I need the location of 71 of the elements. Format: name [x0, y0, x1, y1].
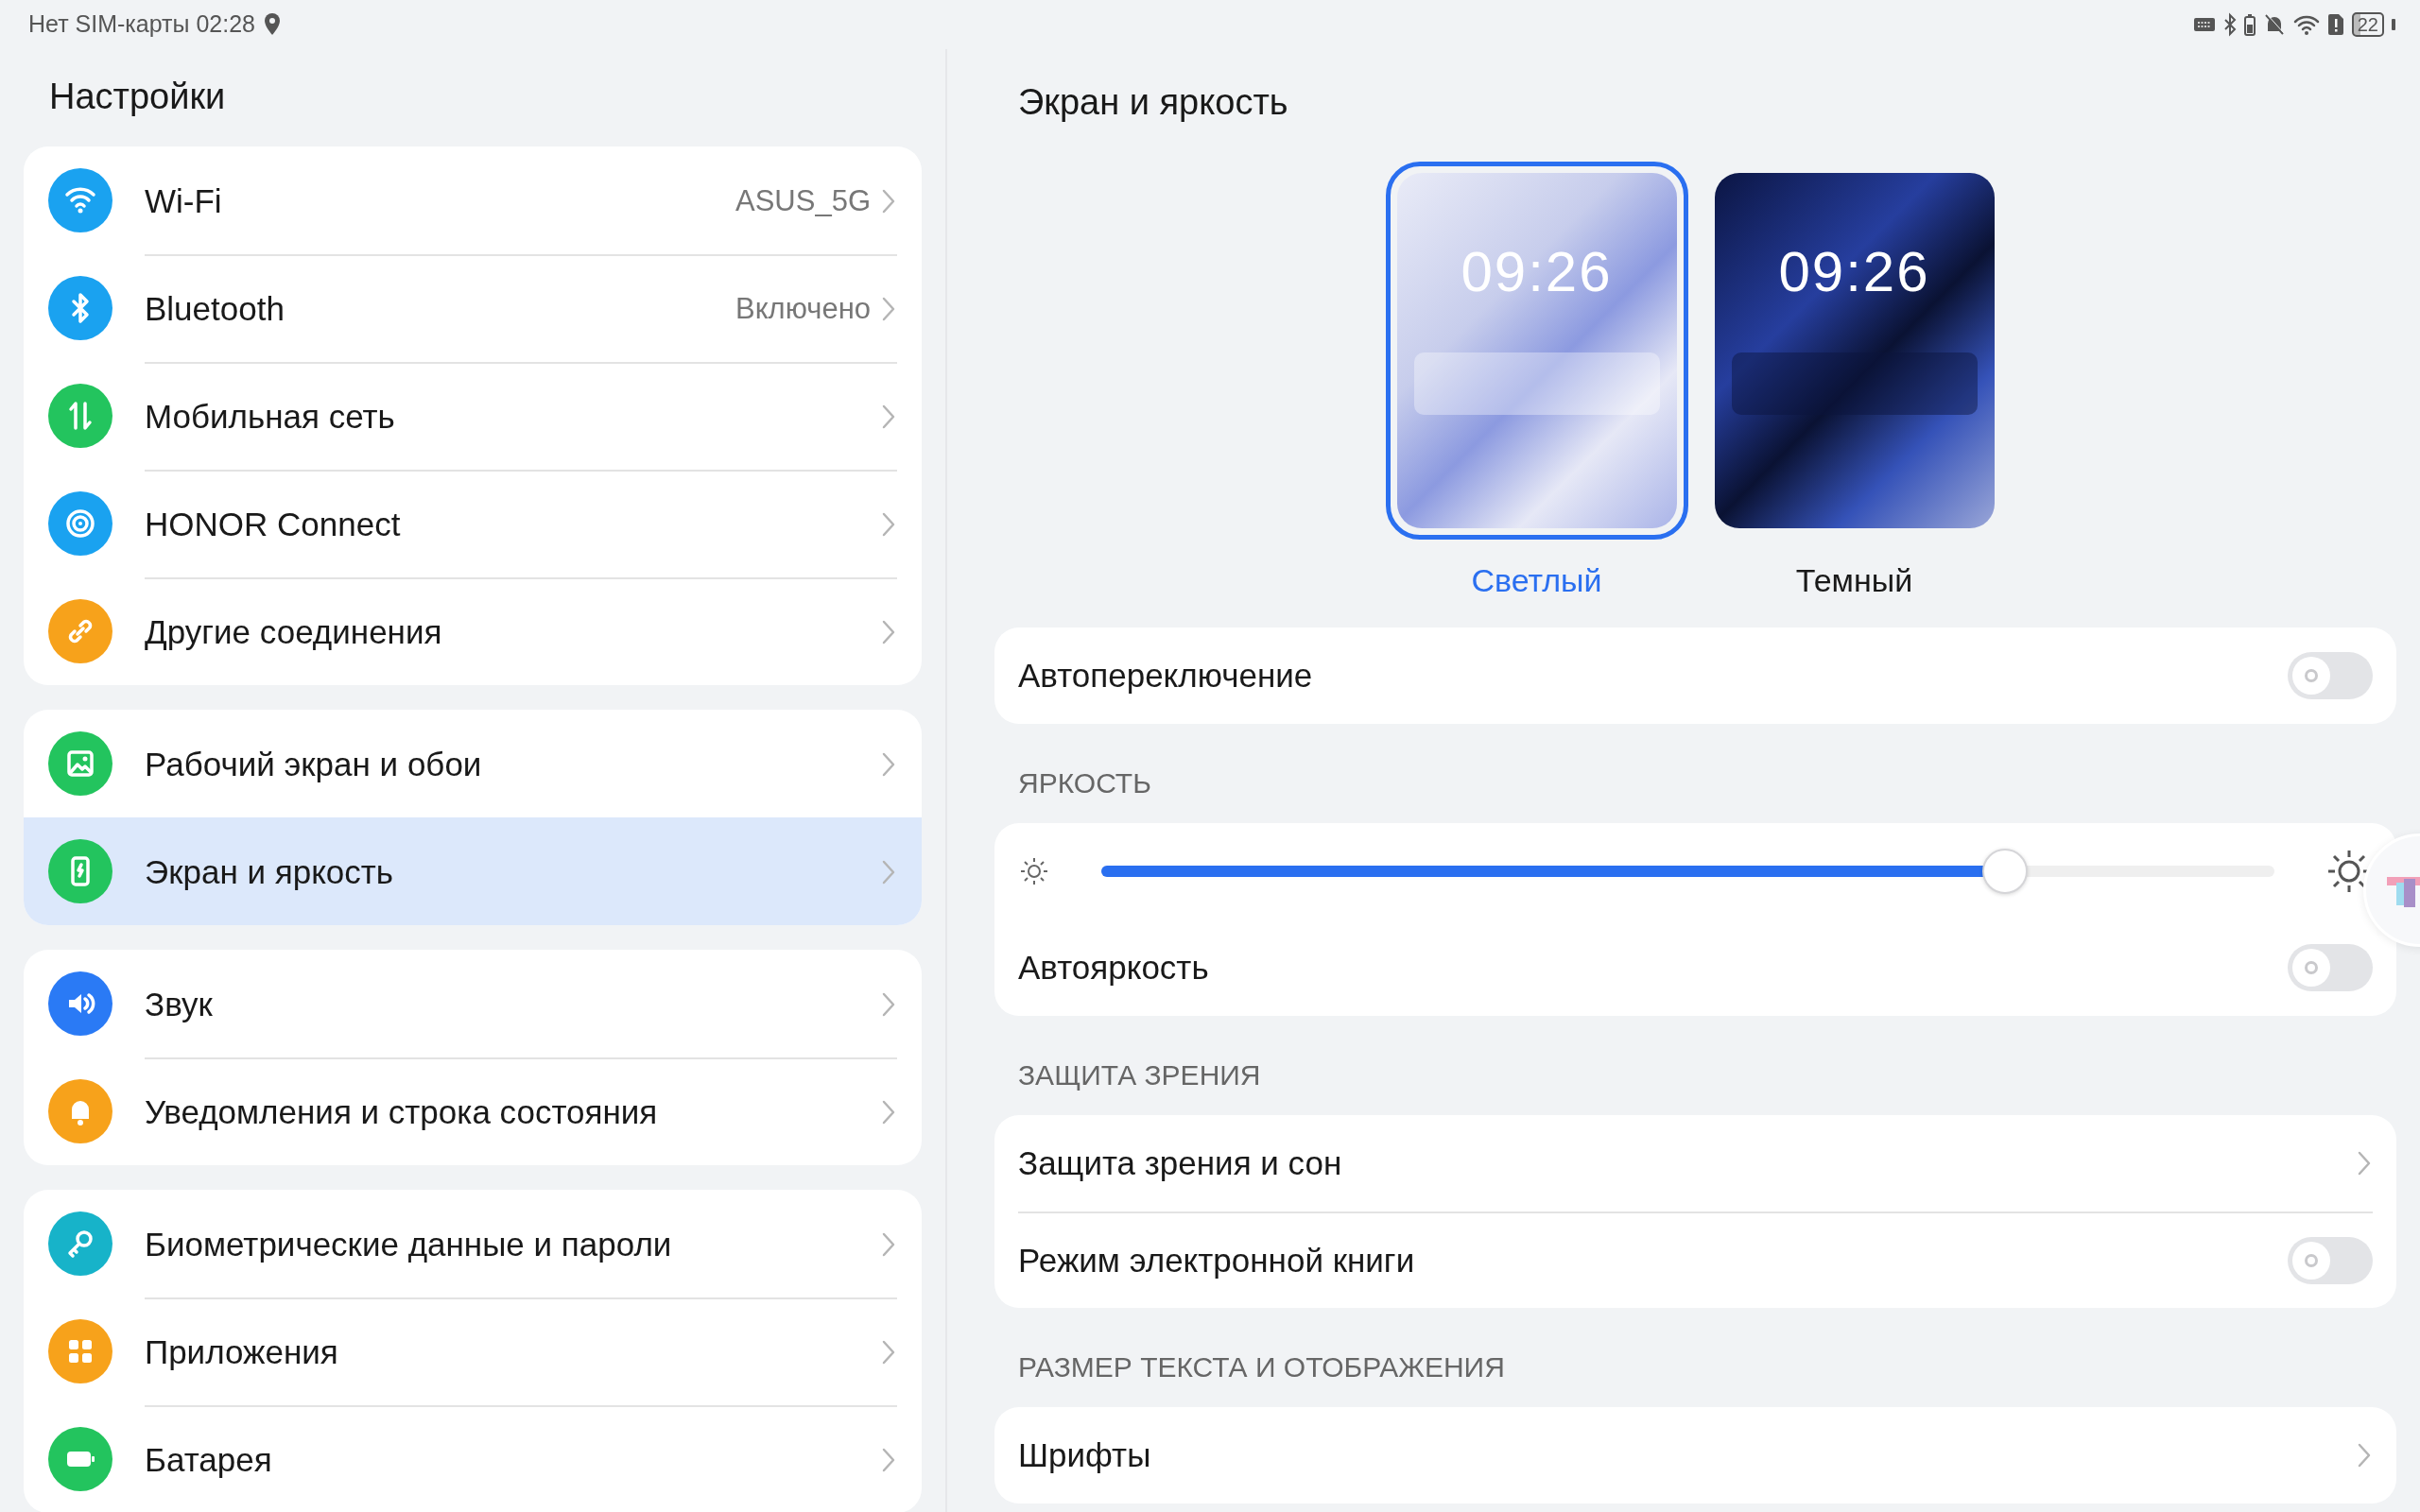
- item-label: Уведомления и строка состояния: [145, 1091, 659, 1132]
- settings-item[interactable]: Рабочий экран и обои: [24, 710, 922, 817]
- item-label: Биометрические данные и пароли: [145, 1224, 673, 1264]
- dim-sun-icon: [1018, 855, 1050, 887]
- chevron-icon: [880, 618, 897, 646]
- chevron-icon: [880, 990, 897, 1019]
- item-label: Звук: [145, 984, 214, 1024]
- chevron-icon: [880, 295, 897, 323]
- setting-label: Автопереключение: [1018, 655, 1314, 696]
- item-label: Рабочий экран и обои: [145, 744, 483, 784]
- section-header: РАЗМЕР ТЕКСТА И ОТОБРАЖЕНИЯ: [1017, 1350, 1506, 1384]
- battery-indicator: 22: [2351, 12, 2384, 37]
- toggle-switch[interactable]: [2288, 1237, 2373, 1284]
- settings-item[interactable]: Мобильная сеть: [24, 362, 922, 470]
- bluetooth-icon: [2222, 12, 2237, 37]
- item-label: Bluetooth: [145, 288, 285, 329]
- page-title: Экран и яркость: [1017, 81, 1289, 124]
- location-icon: [262, 12, 282, 37]
- item-value: Включено: [735, 290, 871, 327]
- toggle-switch[interactable]: [2288, 944, 2373, 991]
- settings-item[interactable]: HONOR Connect: [24, 470, 922, 577]
- chevron-icon: [2356, 1441, 2373, 1469]
- settings-item[interactable]: Батарея: [24, 1405, 922, 1512]
- section-header: ЗАЩИТА ЗРЕНИЯ: [1017, 1058, 1262, 1092]
- settings-item[interactable]: Звук: [24, 950, 922, 1057]
- settings-item[interactable]: Wi-Fi ASUS_5G: [24, 146, 922, 254]
- setting-label: Шрифты: [1018, 1435, 1152, 1475]
- settings-item[interactable]: Другие соединения: [24, 577, 922, 685]
- chevron-icon: [880, 858, 897, 886]
- item-label: Батарея: [145, 1439, 273, 1480]
- muted-bell-icon: [2262, 13, 2286, 36]
- item-label: Экран и яркость: [145, 851, 395, 892]
- slider-thumb[interactable]: [1981, 849, 2028, 894]
- item-value: ASUS_5G: [735, 182, 871, 219]
- status-text: Нет SIM-карты 02:28: [28, 9, 255, 40]
- settings-item[interactable]: Уведомления и строка состояния: [24, 1057, 922, 1165]
- settings-item[interactable]: Шрифты: [1018, 1407, 2373, 1503]
- item-label: Другие соединения: [145, 611, 443, 652]
- chevron-icon: [880, 403, 897, 431]
- keyboard-icon: [2192, 17, 2216, 32]
- chevron-icon: [880, 1230, 897, 1259]
- preview-clock: 09:26: [1778, 239, 1930, 305]
- settings-item[interactable]: Биометрические данные и пароли: [24, 1190, 922, 1297]
- settings-item[interactable]: Защита зрения и сон: [1018, 1115, 2373, 1211]
- settings-item[interactable]: Приложения: [24, 1297, 922, 1405]
- chevron-icon: [880, 1338, 897, 1366]
- wifi-icon: [2292, 13, 2320, 36]
- chevron-icon: [880, 510, 897, 539]
- setting-label: Автояркость: [1018, 947, 1210, 988]
- page-title: Настройки: [48, 76, 227, 118]
- battery-icon: [2243, 13, 2256, 36]
- item-label: HONOR Connect: [145, 504, 402, 544]
- setting-label: Защита зрения и сон: [1018, 1143, 1343, 1183]
- chevron-icon: [2356, 1149, 2373, 1177]
- chevron-icon: [880, 750, 897, 779]
- chevron-icon: [880, 1446, 897, 1474]
- item-label: Wi-Fi: [145, 180, 223, 221]
- toggle-switch[interactable]: [2288, 652, 2373, 699]
- setting-label: Режим электронной книги: [1018, 1240, 1416, 1280]
- item-label: Приложения: [145, 1332, 339, 1372]
- chevron-icon: [880, 187, 897, 215]
- battery-tip-icon: [2392, 19, 2395, 30]
- section-header: ЯРКОСТЬ: [1017, 766, 1152, 800]
- sim-alert-icon: [2326, 13, 2344, 36]
- preview-clock: 09:26: [1461, 239, 1613, 305]
- theme-label: Темный: [1795, 561, 1913, 600]
- settings-item[interactable]: Bluetooth Включено: [24, 254, 922, 362]
- chevron-icon: [880, 1098, 897, 1126]
- item-label: Мобильная сеть: [145, 396, 396, 437]
- settings-item[interactable]: Экран и яркость: [24, 817, 922, 925]
- theme-label: Светлый: [1471, 561, 1602, 600]
